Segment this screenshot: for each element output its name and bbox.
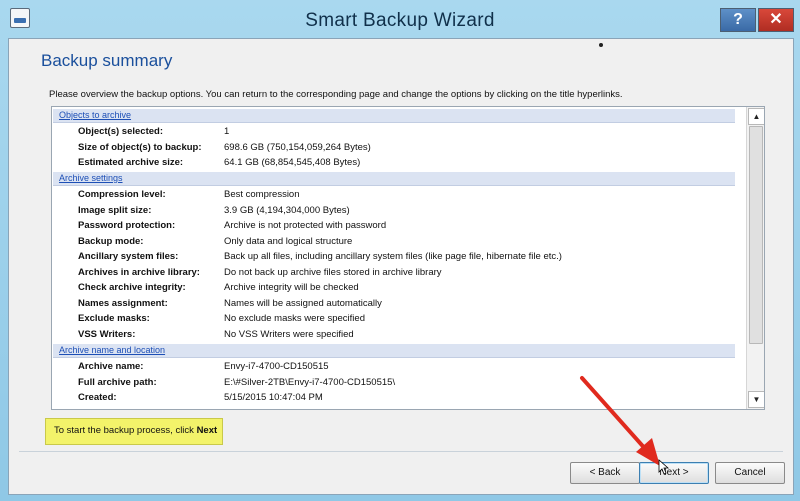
- row-label: Check archive integrity:: [78, 282, 186, 293]
- cancel-button[interactable]: Cancel: [715, 462, 785, 484]
- dust-speck: [599, 43, 603, 47]
- help-button[interactable]: ?: [720, 8, 756, 32]
- summary-rows: Objects to archive Object(s) selected: 1…: [52, 107, 747, 409]
- row-label: Ancillary system files:: [78, 251, 179, 262]
- row-label: Names assignment:: [78, 298, 168, 309]
- row-value: Envy-i7-4700-CD150515: [224, 361, 329, 372]
- row-value: E:\#Silver-2TB\Envy-i7-4700-CD150515\: [224, 377, 396, 388]
- summary-row: Size of object(s) to backup: 698.6 GB (7…: [52, 140, 742, 155]
- summary-row: Image split size: 3.9 GB (4,194,304,000 …: [52, 203, 742, 218]
- row-value: Archive integrity will be checked: [224, 282, 359, 293]
- window-title: Smart Backup Wizard: [305, 10, 495, 31]
- row-value: Archive is not protected with password: [224, 220, 387, 231]
- row-value: Back up all files, including ancillary s…: [224, 251, 562, 262]
- row-label: Image split size:: [78, 205, 152, 216]
- row-label: Compression level:: [78, 189, 166, 200]
- scroll-up-icon[interactable]: ▲: [748, 108, 764, 125]
- row-value: Names will be assigned automatically: [224, 298, 382, 309]
- wizard-panel: Backup summary Please overview the backu…: [8, 38, 794, 495]
- row-label: Exclude masks:: [78, 313, 150, 324]
- row-value: Best compression: [224, 189, 300, 200]
- intro-text: Please overview the backup options. You …: [49, 89, 623, 100]
- row-label: Created:: [78, 392, 117, 403]
- summary-row: Ancillary system files: Back up all file…: [52, 249, 742, 264]
- section-objects-to-archive[interactable]: Objects to archive: [53, 109, 735, 123]
- summary-row: Archive name: Envy-i7-4700-CD150515: [52, 359, 742, 374]
- next-button[interactable]: Next >: [639, 462, 709, 484]
- summary-row: Backup mode: Only data and logical struc…: [52, 234, 742, 249]
- scroll-thumb[interactable]: [749, 126, 763, 344]
- section-link[interactable]: Archive settings: [59, 173, 123, 183]
- row-value: 3.9 GB (4,194,304,000 Bytes): [224, 205, 350, 216]
- section-archive-name-location[interactable]: Archive name and location: [53, 344, 735, 358]
- hint-prefix: To start the backup process, click: [54, 425, 197, 436]
- close-button[interactable]: ✕: [758, 8, 794, 32]
- section-link[interactable]: Objects to archive: [59, 110, 131, 120]
- page-heading: Backup summary: [41, 51, 173, 70]
- row-label: Full archive path:: [78, 377, 157, 388]
- summary-row: Check archive integrity: Archive integri…: [52, 280, 742, 295]
- hint-text: To start the backup process, click Next: [54, 425, 217, 436]
- summary-row: Compression level: Best compression: [52, 187, 742, 202]
- summary-row: Estimated archive size: 64.1 GB (68,854,…: [52, 155, 742, 170]
- row-value: Do not back up archive files stored in a…: [224, 267, 442, 278]
- row-label: Password protection:: [78, 220, 176, 231]
- row-label: VSS Writers:: [78, 329, 136, 340]
- row-value: 64.1 GB (68,854,545,408 Bytes): [224, 157, 361, 168]
- section-link[interactable]: Archive name and location: [59, 345, 165, 355]
- footer-divider: [19, 451, 783, 452]
- summary-row: Object(s) selected: 1: [52, 124, 742, 139]
- summary-row: Names assignment: Names will be assigned…: [52, 296, 742, 311]
- back-button[interactable]: < Back: [570, 462, 640, 484]
- instruction-hint: To start the backup process, click Next: [45, 418, 223, 445]
- scroll-down-icon[interactable]: ▼: [748, 391, 764, 408]
- summary-row: Exclude masks: No exclude masks were spe…: [52, 311, 742, 326]
- row-label: Archive name:: [78, 361, 144, 372]
- row-label: Archives in archive library:: [78, 267, 200, 278]
- summary-row: Full archive path: E:\#Silver-2TB\Envy-i…: [52, 375, 742, 390]
- summary-row: Password protection: Archive is not prot…: [52, 218, 742, 233]
- row-label: Estimated archive size:: [78, 157, 184, 168]
- section-archive-settings[interactable]: Archive settings: [53, 172, 735, 186]
- row-value: Only data and logical structure: [224, 236, 353, 247]
- wizard-window: Smart Backup Wizard ? ✕ Backup summary P…: [0, 0, 800, 501]
- summary-row: Archives in archive library: Do not back…: [52, 265, 742, 280]
- row-label: Object(s) selected:: [78, 126, 163, 137]
- row-label: Backup mode:: [78, 236, 144, 247]
- summary-row: VSS Writers: No VSS Writers were specifi…: [52, 327, 742, 342]
- row-value: 698.6 GB (750,154,059,264 Bytes): [224, 142, 371, 153]
- row-label: Size of object(s) to backup:: [78, 142, 202, 153]
- row-value: No VSS Writers were specified: [224, 329, 354, 340]
- summary-row: Created: 5/15/2015 10:47:04 PM: [52, 390, 742, 405]
- row-value: 5/15/2015 10:47:04 PM: [224, 392, 323, 403]
- hint-emphasis: Next: [196, 425, 218, 436]
- summary-list[interactable]: Objects to archive Object(s) selected: 1…: [51, 106, 765, 410]
- row-value: No exclude masks were specified: [224, 313, 365, 324]
- row-value: 1: [224, 126, 230, 137]
- title-bar: Smart Backup Wizard ? ✕: [0, 0, 800, 38]
- vertical-scrollbar[interactable]: ▲ ▼: [746, 107, 764, 409]
